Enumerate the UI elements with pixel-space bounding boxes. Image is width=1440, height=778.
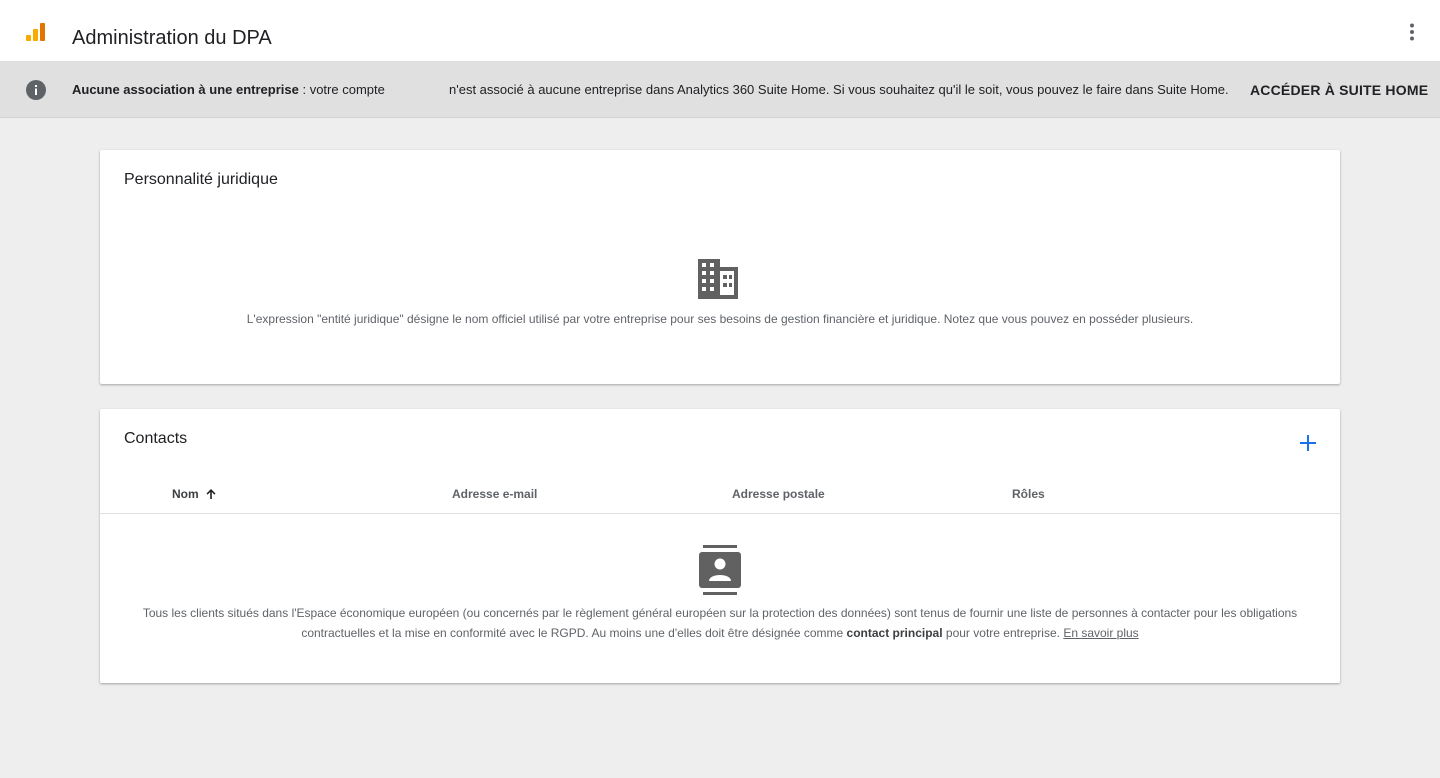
contacts-title: Contacts	[124, 430, 188, 447]
banner-bold-text: Aucune association à une entreprise	[72, 82, 299, 97]
arrow-up-icon	[206, 489, 216, 499]
column-name-label: Nom	[172, 487, 199, 501]
legal-entity-title: Personnalité juridique	[124, 171, 278, 188]
contacts-table-header: Nom Adresse e-mail Adresse postale Rôles	[100, 473, 1340, 514]
contact-card-icon	[699, 545, 741, 595]
analytics-logo-icon[interactable]	[26, 23, 46, 43]
add-icon	[1300, 435, 1316, 451]
column-header-name[interactable]: Nom	[172, 486, 217, 502]
more-vert-icon	[1410, 23, 1414, 41]
banner-text-part2: n'est associé à aucune entreprise dans A…	[449, 82, 1229, 97]
contacts-description: Tous les clients situés dans l'Espace éc…	[140, 603, 1300, 643]
more-menu-button[interactable]	[1398, 18, 1426, 46]
contacts-description-part2: pour votre entreprise.	[942, 626, 1064, 640]
column-header-roles[interactable]: Rôles	[1012, 486, 1045, 502]
column-header-address[interactable]: Adresse postale	[732, 486, 825, 502]
go-to-suite-home-button[interactable]: ACCÉDER À SUITE HOME	[1250, 82, 1428, 98]
contacts-card: Contacts Nom Adresse e-mail Adresse post…	[100, 409, 1340, 683]
legal-entity-card: Personnalité juridique L'expression "ent…	[100, 150, 1340, 384]
legal-entity-description: L'expression "entité juridique" désigne …	[246, 312, 1194, 326]
banner-message-start: Aucune association à une entreprise : vo…	[72, 82, 385, 98]
info-banner: Aucune association à une entreprise : vo…	[0, 62, 1440, 118]
building-icon	[698, 259, 738, 299]
add-contact-button[interactable]	[1296, 431, 1320, 455]
banner-text-part1: : votre compte	[298, 82, 385, 97]
contacts-description-bold: contact principal	[846, 626, 943, 640]
page-title: Administration du DPA	[72, 27, 272, 49]
app-header: Administration du DPA	[0, 0, 1440, 62]
learn-more-link[interactable]: En savoir plus	[1063, 626, 1138, 640]
column-header-email[interactable]: Adresse e-mail	[452, 486, 537, 502]
info-icon	[26, 80, 46, 100]
